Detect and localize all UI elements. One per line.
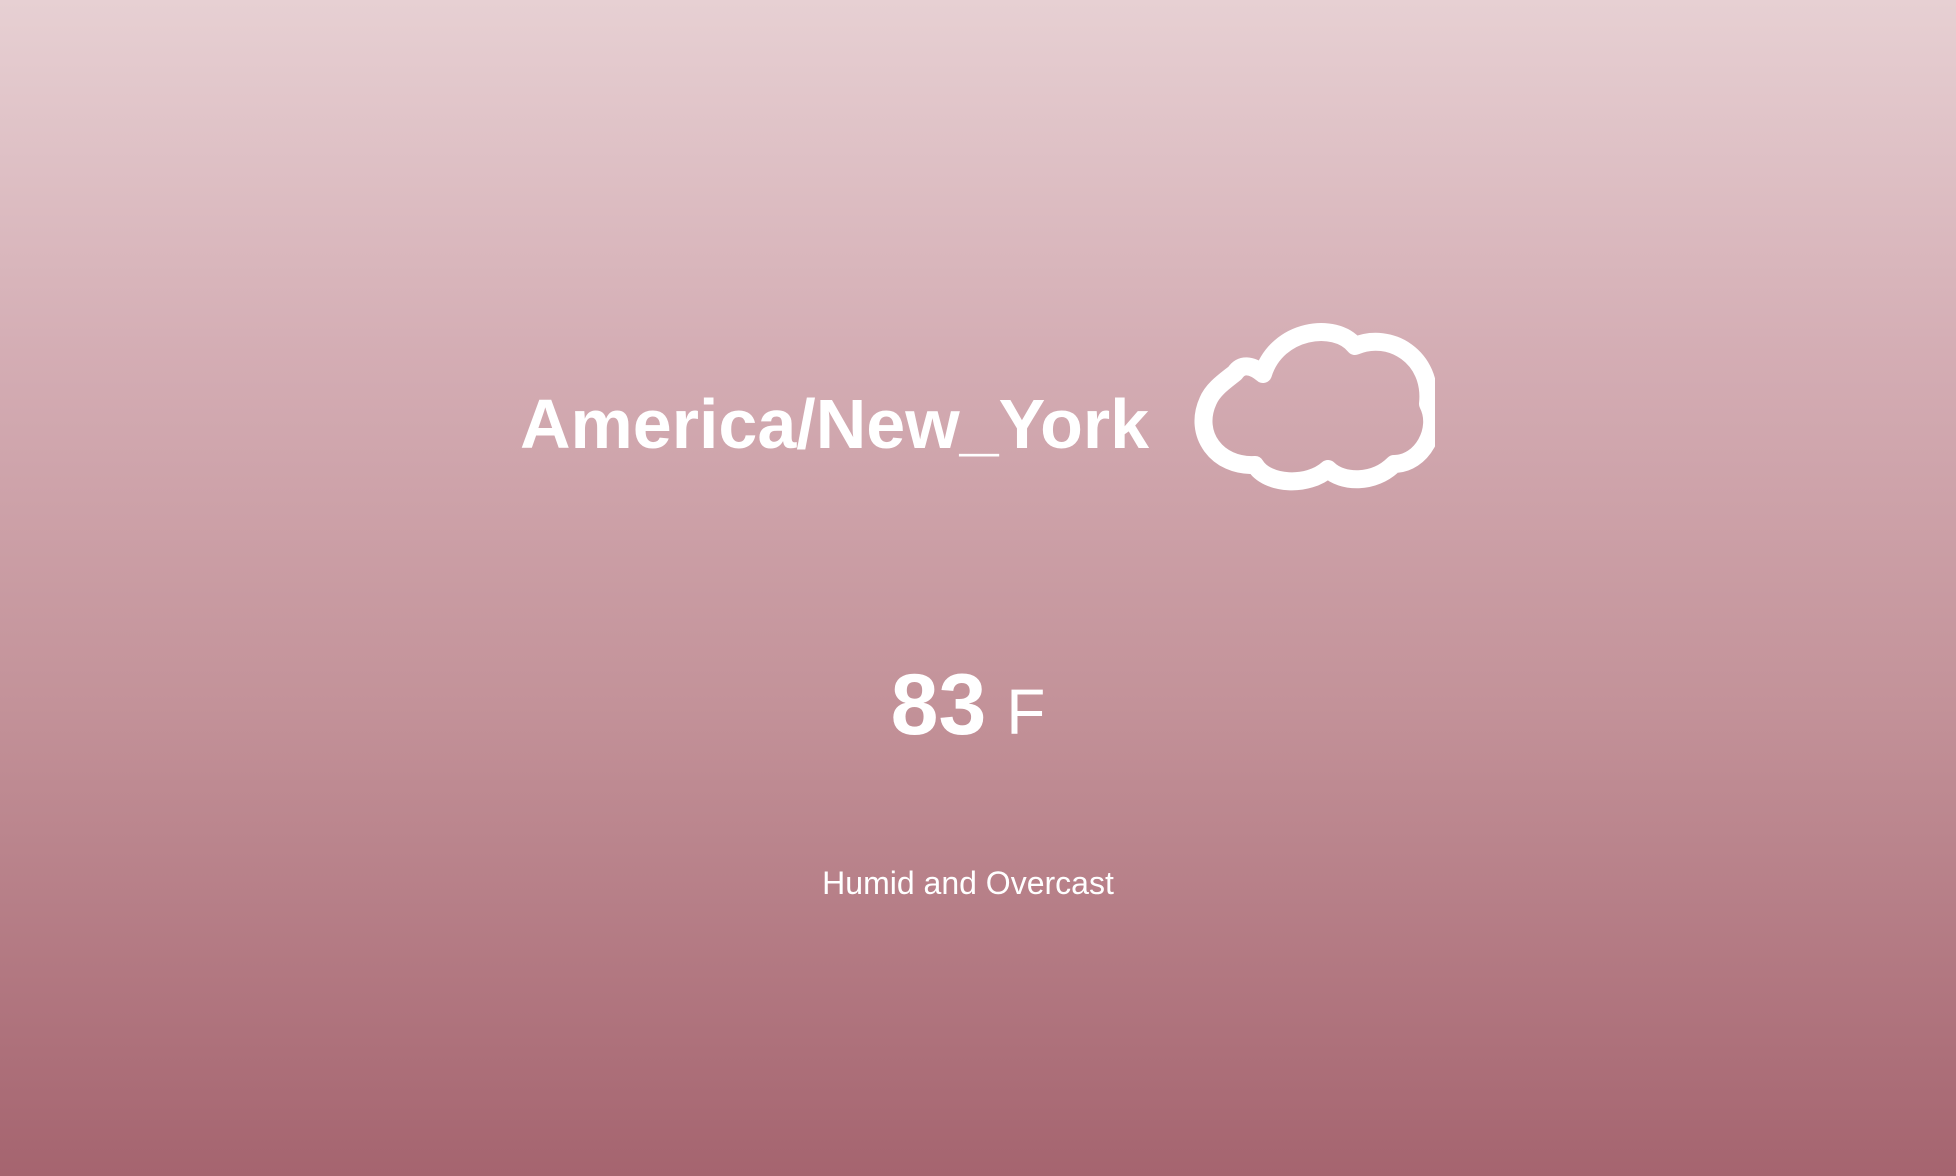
cloud-icon xyxy=(1194,323,1435,491)
weather-app: America/New_York 83 F Humid and Overcast xyxy=(0,0,1956,1176)
temperature-display: 83 F xyxy=(0,662,1956,762)
location-title: America/New_York xyxy=(519,385,1149,463)
temperature-value: 83 xyxy=(890,657,987,753)
location-header: America/New_York xyxy=(0,310,1956,530)
temperature-unit: F xyxy=(1006,676,1046,748)
weather-condition: Humid and Overcast xyxy=(822,865,1114,901)
